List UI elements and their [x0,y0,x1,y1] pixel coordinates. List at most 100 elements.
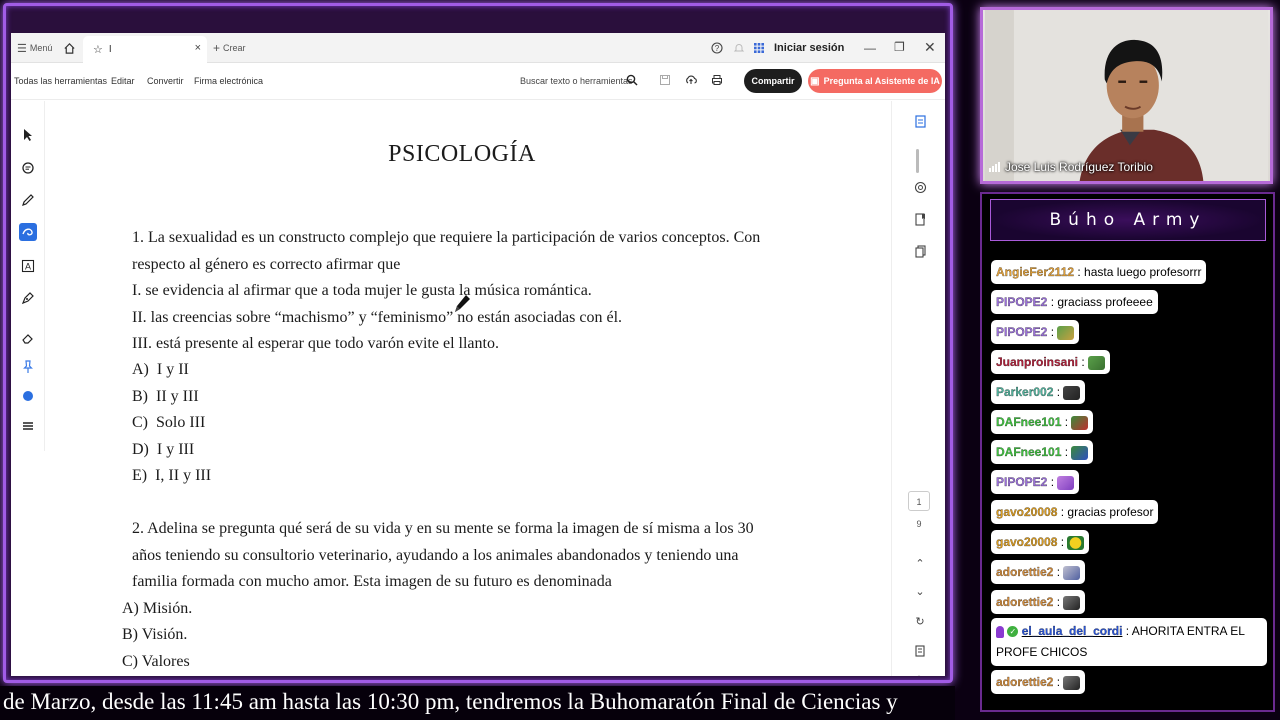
convert-menu[interactable]: Convertir [147,76,184,86]
chat-username[interactable]: DAFnee101 [996,445,1062,459]
chat-username[interactable]: PIPOPE2 [996,325,1048,339]
chat-text: : graciass profeeee [1050,295,1153,309]
edit-menu[interactable]: Editar [111,76,135,86]
chat-username[interactable]: adorettie2 [996,565,1054,579]
close-window-icon[interactable]: ✕ [924,39,936,56]
text-box-icon[interactable]: A [19,257,37,275]
chat-username[interactable]: DAFnee101 [996,415,1062,429]
eraser-icon[interactable] [19,329,37,347]
vertical-scrollbar[interactable] [916,149,919,173]
star-icon[interactable]: ☆ [93,43,103,56]
chat-username[interactable]: gavo20008 [996,505,1058,519]
home-icon[interactable] [63,33,76,63]
news-ticker: de Marzo, desde las 11:45 am hasta las 1… [0,686,955,720]
chat-username[interactable]: adorettie2 [996,675,1054,689]
bell-icon[interactable] [733,33,745,63]
q2-stem-line1: 2. Adelina se pregunta qué será de su vi… [132,520,754,537]
chat-message: adorettie2 : [991,560,1086,584]
ai-assistant-button[interactable]: ▣ Pregunta al Asistente de IA [808,69,942,93]
chat-username[interactable]: adorettie2 [996,595,1054,609]
esign-menu[interactable]: Firma electrónica [194,76,263,86]
chat-username[interactable]: PIPOPE2 [996,295,1048,309]
chat-text: : [1064,445,1069,459]
apps-grid-icon[interactable] [753,33,765,63]
feather-emote-icon [1057,475,1075,490]
current-page-field[interactable]: 1 [908,491,930,511]
select-cursor-icon[interactable] [19,126,37,144]
zoom-icon[interactable] [912,673,928,676]
chat-header: Búho Army [990,199,1266,241]
page-thumbnail-icon[interactable] [912,113,928,129]
upload-icon[interactable] [685,74,697,88]
ai-chat-icon: ▣ [810,75,820,87]
frog-emote-icon [1088,355,1106,370]
chat-username[interactable]: el_aula_del_cordi [1022,624,1123,638]
pdf-viewer-window: ☰ Menú ☆ I × + Crear ? Iniciar sesión — … [11,33,945,676]
chat-message: gavo20008 : [991,530,1090,554]
chat-username[interactable]: Juanproinsani [996,355,1078,369]
q2-stem-line3: familia formada con mucho amor. Esta ima… [132,573,612,590]
plus-icon: + [213,41,221,55]
highlight-pen-icon[interactable] [19,191,37,209]
chat-message: DAFnee101 : [991,410,1094,434]
chat-text: : [1056,565,1061,579]
color-dot-icon[interactable] [19,387,37,405]
q1-stem-line2: respecto al género es correcto afirmar q… [132,256,401,273]
chat-username[interactable]: PIPOPE2 [996,475,1048,489]
print-icon[interactable] [711,74,723,88]
chat-message: Juanproinsani : [991,350,1111,374]
chat-message: PIPOPE2 : graciass profeeee [991,290,1158,314]
bird-emote-icon [1063,595,1081,610]
q2-option: C) Valores [122,653,190,670]
bookmark-icon[interactable] [912,211,928,227]
share-button[interactable]: Compartir [744,69,802,93]
chevron-up-icon[interactable]: ⌃ [912,555,928,571]
chat-text: : [1056,675,1061,689]
chat-text: : hasta luego profesorrr [1077,265,1202,279]
chat-username[interactable]: Parker002 [996,385,1054,399]
restore-icon[interactable]: ❐ [894,40,905,54]
fit-page-icon[interactable] [912,643,928,659]
search-tools-field[interactable]: Buscar texto o herramientas [520,76,633,86]
chevron-down-icon[interactable]: ⌄ [912,583,928,599]
more-tools-icon[interactable] [19,417,37,435]
chat-username[interactable]: gavo20008 [996,535,1058,549]
chat-text: : gracias profesor [1060,505,1154,519]
close-tab-icon[interactable]: × [195,42,201,54]
live-chat-panel: Búho Army AngieFer2112 : hasta luego pro… [980,192,1275,712]
q1-option: A) I y II [132,361,189,378]
chat-title: Búho Army [1049,210,1207,230]
help-icon[interactable]: ? [711,33,723,63]
sign-pen-icon[interactable] [19,289,37,307]
minimize-icon[interactable]: — [864,41,876,55]
ticker-text: de Marzo, desde las 11:45 am hasta las 1… [3,689,898,714]
copy-pages-icon[interactable] [912,243,928,259]
chat-message: AngieFer2112 : hasta luego profesorrr [991,260,1207,284]
at-comments-icon[interactable] [912,179,928,195]
pepe-emote-icon [1071,415,1089,430]
verified-badge-icon: ✓ [1007,626,1019,638]
robot-emote-icon [1063,565,1081,580]
chat-username[interactable]: AngieFer2112 [996,265,1074,279]
presenter-name: Jose Luis Rodríguez Toribio [1005,160,1153,174]
webcam-panel: Jose Luis Rodríguez Toribio [980,7,1273,184]
all-tools-menu[interactable]: Todas las herramientas [14,76,107,86]
new-tab-button[interactable]: + Crear [213,33,246,63]
pdf-page: PSICOLOGÍA 1. La sexualidad es un constr… [47,101,889,676]
svg-text:A: A [25,262,31,272]
comment-icon[interactable] [19,159,37,177]
refresh-icon[interactable]: ↻ [912,613,928,629]
page-indicator: 1 9 [908,491,930,545]
draw-freeform-icon[interactable] [19,223,37,241]
pepe-emote-icon [1071,445,1089,460]
chat-message: gavo20008 : gracias profesor [991,500,1159,524]
search-icon[interactable] [626,74,638,88]
save-icon[interactable] [659,74,671,88]
pin-icon[interactable] [19,358,37,376]
menu-button[interactable]: ☰ Menú [17,33,52,63]
sign-in-button[interactable]: Iniciar sesión [774,33,844,63]
q2-stem-line2: años teniendo su consultorio veterinario… [132,547,739,564]
chat-message: PIPOPE2 : [991,320,1080,344]
signal-bars-icon [989,162,1000,172]
tab-document[interactable]: ☆ I × [83,36,207,63]
